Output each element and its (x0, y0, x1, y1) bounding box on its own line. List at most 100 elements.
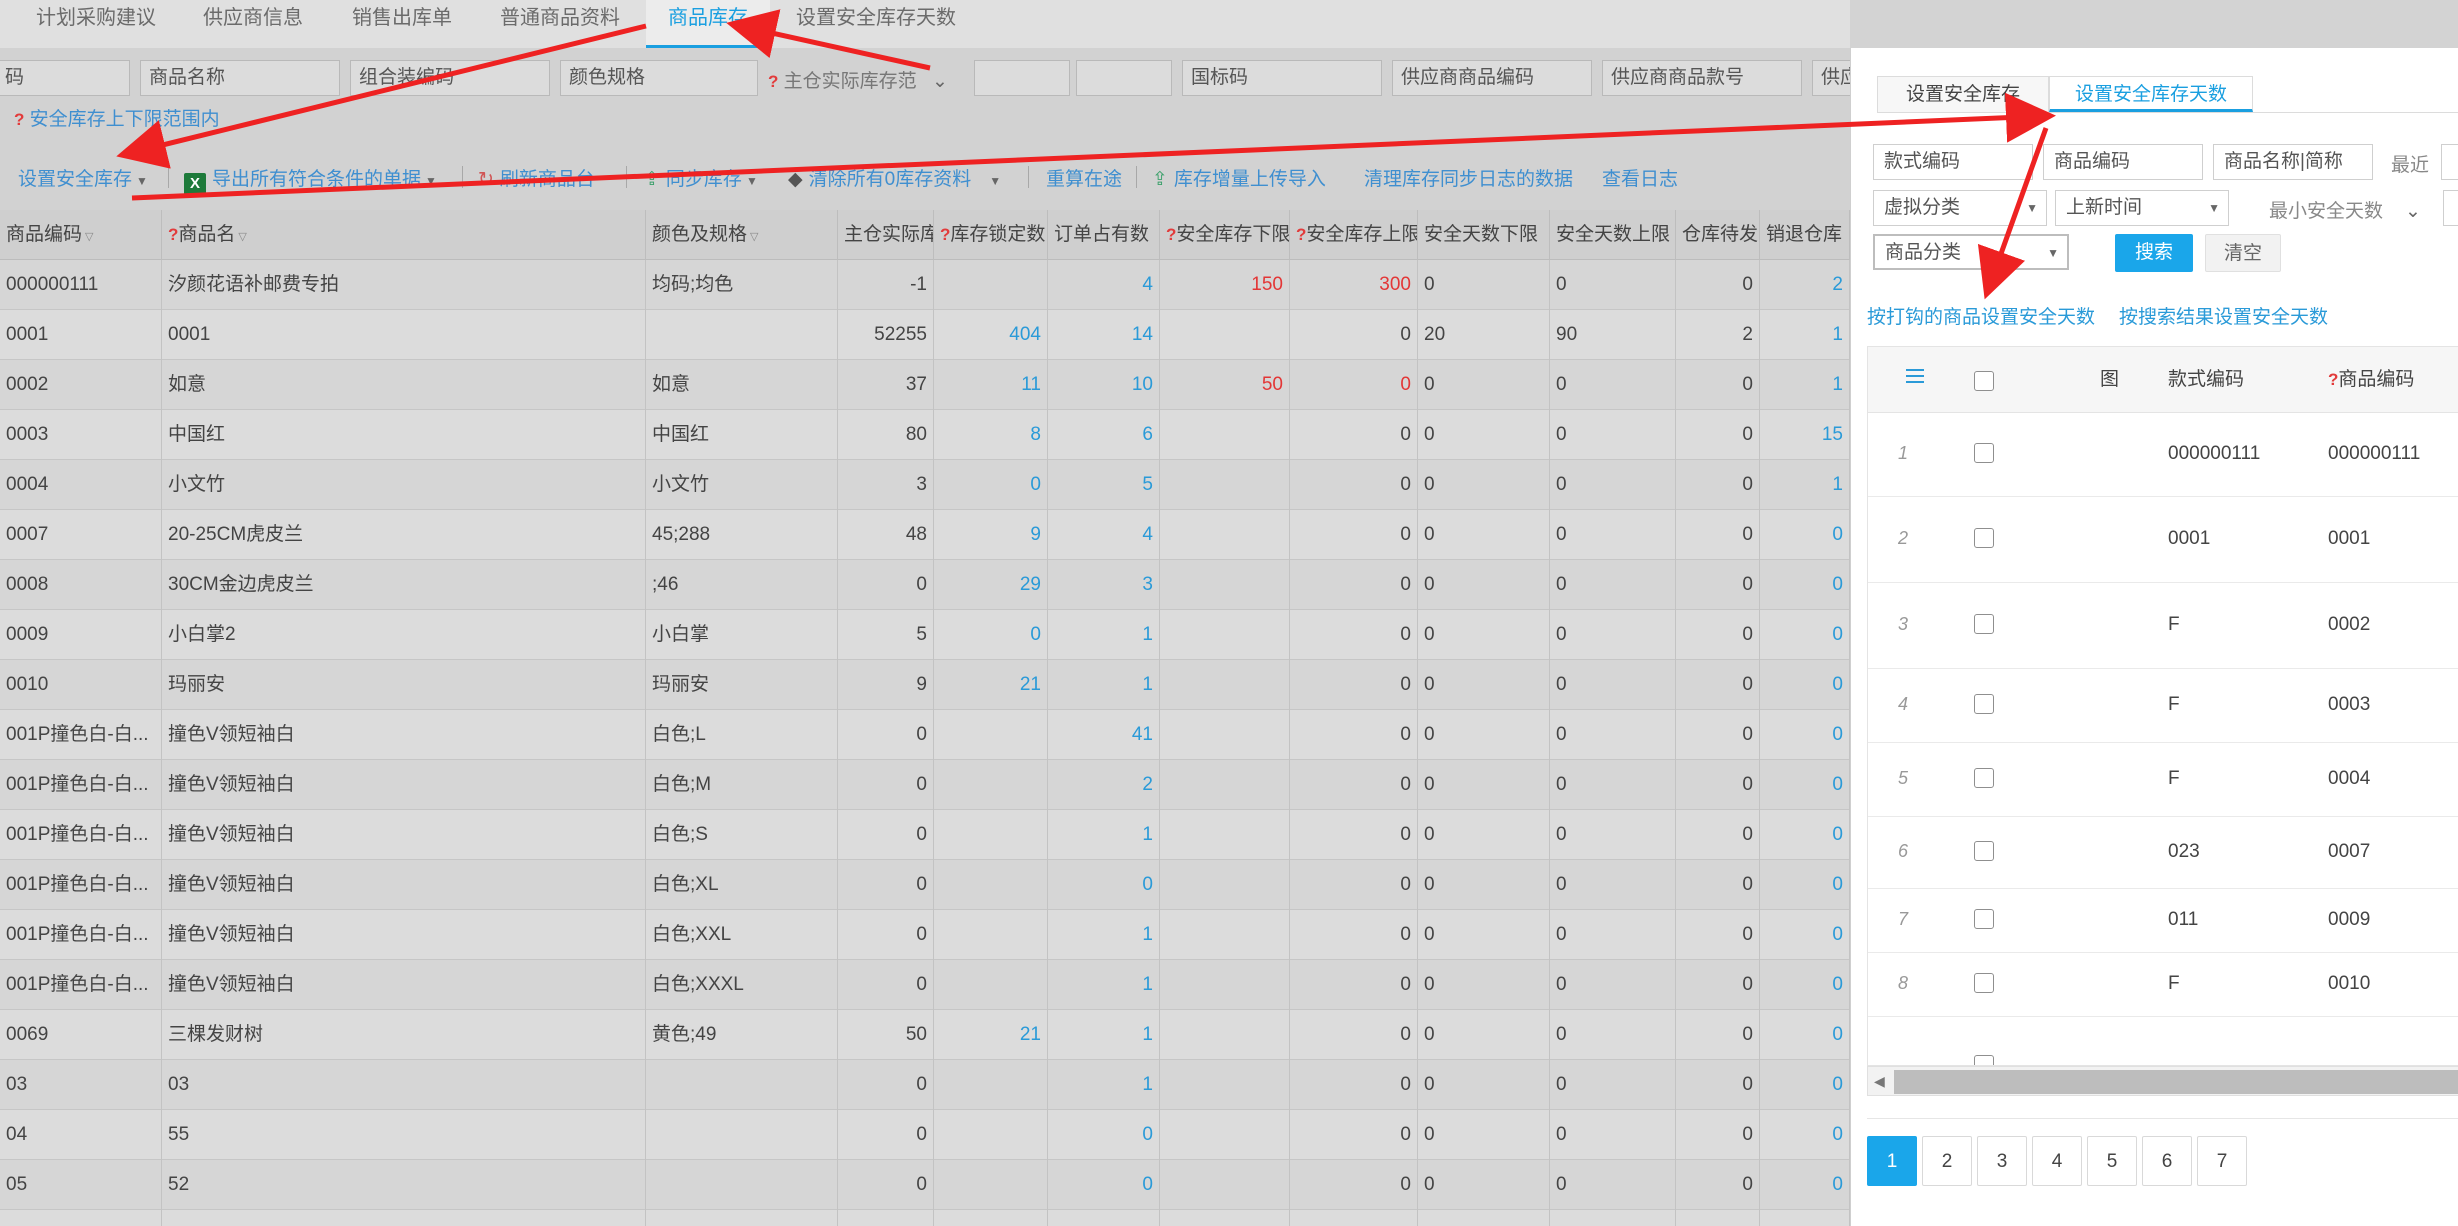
sync-stock-button[interactable]: ⇪ 同步库存 ▼ (644, 164, 758, 191)
cell-return[interactable]: 0 (1760, 1060, 1850, 1110)
panel-table-row[interactable]: 3 F 0002 (1868, 583, 2458, 669)
panel-table-row[interactable]: 7 011 0009 (1868, 889, 2458, 953)
page-button-7[interactable]: 7 (2197, 1136, 2247, 1186)
code-filter-input[interactable]: 码 (0, 60, 130, 96)
min-safe-days-select[interactable]: 最小安全天数 ⌄ (2269, 196, 2421, 223)
search-button[interactable]: 搜索 (2115, 234, 2193, 272)
cell-order[interactable]: 1 (1048, 910, 1160, 960)
cell-locked[interactable]: 11 (934, 360, 1048, 410)
cell-return[interactable]: 15 (1760, 410, 1850, 460)
supplier-code-input[interactable]: 供应商商品编码 (1392, 60, 1592, 96)
stock-min-input[interactable] (974, 60, 1070, 96)
cell-locked[interactable] (934, 860, 1048, 910)
tab-safe-stock-days[interactable]: 设置安全库存天数 (796, 0, 956, 48)
tab-supplier-info[interactable]: 供应商信息 (203, 0, 303, 48)
row-checkbox[interactable] (1974, 1055, 1994, 1065)
cell-order[interactable]: 1 (1048, 1010, 1160, 1060)
row-checkbox[interactable] (1974, 528, 1994, 548)
col-order-occupied[interactable]: 订单占有数 (1048, 210, 1160, 260)
tab-sales-outbound[interactable]: 销售出库单 (352, 0, 452, 48)
recent-input[interactable] (2441, 144, 2458, 180)
min-safe-days-input[interactable] (2443, 190, 2458, 226)
supplier-model-input[interactable]: 供应商商品款号 (1602, 60, 1802, 96)
cell-order[interactable]: 1 (1048, 810, 1160, 860)
cell-return[interactable]: 0 (1760, 1210, 1850, 1226)
table-row[interactable]: 000000111 汐颜花语补邮费专拍 均码;均色 -1 4 150 300 0 0 0 2 (0, 260, 1850, 310)
table-row[interactable]: 0007 20-25CM虎皮兰 45;288 48 9 4 0 0 0 0 0 (0, 510, 1850, 560)
panel-table-row[interactable]: 4 F 0003 (1868, 669, 2458, 743)
panel-tab-safe-days[interactable]: 设置安全库存天数 (2049, 76, 2253, 112)
cell-return[interactable]: 2 (1760, 260, 1850, 310)
page-button-5[interactable]: 5 (2087, 1136, 2137, 1186)
barcode-input[interactable]: 国标码 (1182, 60, 1382, 96)
cell-return[interactable]: 0 (1760, 760, 1850, 810)
cell-locked[interactable]: 9 (934, 510, 1048, 560)
cell-locked[interactable]: 404 (934, 310, 1048, 360)
cell-return[interactable]: 0 (1760, 710, 1850, 760)
cell-return[interactable]: 0 (1760, 860, 1850, 910)
panel-table-row[interactable]: 2 0001 0001 (1868, 497, 2458, 583)
col-warehouse-pending[interactable]: 仓库待发 (1676, 210, 1760, 260)
panel-table-row[interactable]: 5 F 0004 (1868, 743, 2458, 817)
table-row[interactable]: 0004 小文竹 小文竹 3 0 5 0 0 0 0 1 (0, 460, 1850, 510)
col-return-warehouse[interactable]: 销退仓库 (1760, 210, 1850, 260)
cell-locked[interactable] (934, 260, 1048, 310)
cell-locked[interactable] (934, 910, 1048, 960)
cell-order[interactable]: 1 (1048, 1060, 1160, 1110)
table-row[interactable]: 001P撞色白-白... 撞色V领短袖白 白色;L 0 41 0 0 0 0 0 (0, 710, 1850, 760)
cell-order[interactable]: 6 (1048, 410, 1160, 460)
col-product-name[interactable]: ?商品名 ▽ (162, 210, 646, 260)
col-main-stock[interactable]: 主仓实际库 (838, 210, 934, 260)
row-checkbox[interactable] (1974, 973, 1994, 993)
horizontal-scrollbar[interactable]: ◀ (1867, 1066, 2458, 1096)
col-safe-days-upper[interactable]: 安全天数上限 (1550, 210, 1676, 260)
page-button-1[interactable]: 1 (1867, 1136, 1917, 1186)
cell-locked[interactable]: 29 (934, 560, 1048, 610)
cell-locked[interactable] (934, 1160, 1048, 1210)
table-row[interactable]: 0002 如意 如意 37 11 10 50 0 0 0 0 1 (0, 360, 1850, 410)
cell-order[interactable]: 14 (1048, 310, 1160, 360)
cell-locked[interactable]: 21 (934, 660, 1048, 710)
cell-return[interactable]: 1 (1760, 310, 1850, 360)
table-row[interactable]: 05 52 0 0 0 0 0 0 0 (0, 1160, 1850, 1210)
increment-upload-button[interactable]: ⇪ 库存增量上传导入 (1152, 164, 1326, 191)
set-days-results-link[interactable]: 按搜索结果设置安全天数 (2119, 302, 2328, 329)
table-row[interactable]: 06ces0000000 (0, 1210, 1850, 1226)
table-row[interactable]: 001P撞色白-白... 撞色V领短袖白 白色;S 0 1 0 0 0 0 0 (0, 810, 1850, 860)
scrollbar-thumb[interactable] (1894, 1070, 2458, 1094)
cell-locked[interactable]: 0 (934, 460, 1048, 510)
cell-return[interactable]: 0 (1760, 1110, 1850, 1160)
cell-return[interactable]: 0 (1760, 810, 1850, 860)
panel-tab-safe-stock[interactable]: 设置安全库存 (1877, 76, 2049, 112)
combo-code-input[interactable]: 组合装编码 (350, 60, 550, 96)
cell-locked[interactable] (934, 1110, 1048, 1160)
table-row[interactable]: 0001 0001 52255 404 14 0 20 90 2 1 (0, 310, 1850, 360)
cell-return[interactable]: 0 (1760, 910, 1850, 960)
panel-table-row[interactable]: 1 000000111 000000111 (1868, 413, 2458, 497)
cell-order[interactable]: 4 (1048, 260, 1160, 310)
cell-return[interactable]: 1 (1760, 460, 1850, 510)
product-name-input[interactable]: 商品名称 (140, 60, 340, 96)
cell-locked[interactable] (934, 710, 1048, 760)
virtual-category-select[interactable]: 虚拟分类 ▼ (1873, 190, 2047, 226)
table-row[interactable]: 001P撞色白-白... 撞色V领短袖白 白色;M 0 2 0 0 0 0 0 (0, 760, 1850, 810)
table-row[interactable]: 0008 30CM金边虎皮兰 ;46 0 29 3 0 0 0 0 0 (0, 560, 1850, 610)
set-safe-stock-button[interactable]: 设置安全库存 ▼ (18, 164, 148, 191)
table-row[interactable]: 04 55 0 0 0 0 0 0 0 (0, 1110, 1850, 1160)
cell-order[interactable]: 41 (1048, 710, 1160, 760)
cell-return[interactable]: 0 (1760, 1160, 1850, 1210)
stock-max-input[interactable] (1076, 60, 1172, 96)
col-safe-lower[interactable]: ?安全库存下限 (1160, 210, 1290, 260)
table-row[interactable]: 0009 小白掌2 小白掌 5 0 1 0 0 0 0 0 (0, 610, 1850, 660)
col-product-code[interactable]: 商品编码 ▽ (0, 210, 162, 260)
style-code-input[interactable]: 款式编码 (1873, 144, 2033, 180)
table-row[interactable]: 0010 玛丽安 玛丽安 9 21 1 0 0 0 0 0 (0, 660, 1850, 710)
table-row[interactable]: 0069 三棵发财树 黄色;49 50 21 1 0 0 0 0 0 (0, 1010, 1850, 1060)
product-category-select[interactable]: 商品分类 ▼ (1873, 234, 2069, 270)
cell-locked[interactable]: 21 (934, 1010, 1048, 1060)
recalc-in-transit-button[interactable]: 重算在途 (1046, 164, 1122, 191)
cell-order[interactable]: 1 (1048, 960, 1160, 1010)
cell-order[interactable]: 2 (1048, 760, 1160, 810)
cell-return[interactable]: 0 (1760, 560, 1850, 610)
select-all-checkbox[interactable] (1974, 371, 1994, 391)
